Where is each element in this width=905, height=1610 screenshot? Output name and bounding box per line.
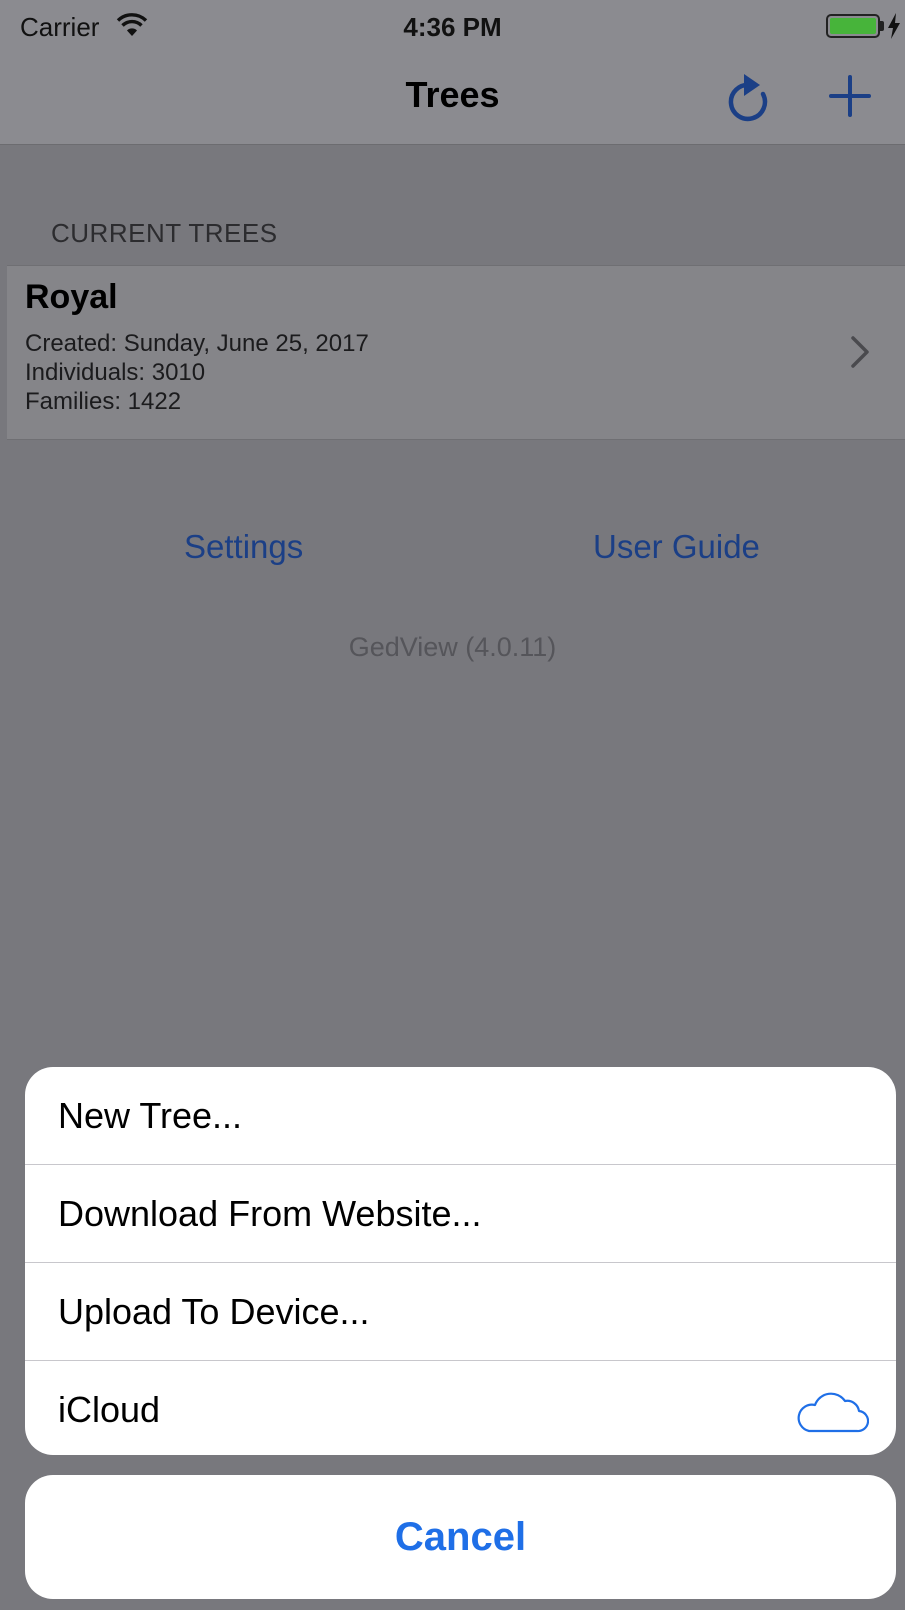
settings-link[interactable]: Settings (184, 528, 303, 566)
tree-families-count: Families: 1422 (25, 388, 182, 415)
status-bar: Carrier 4:36 PM (0, 0, 905, 52)
app-version-label: GedView (4.0.11) (348, 632, 557, 662)
icloud-action[interactable]: iCloud (25, 1361, 896, 1455)
cloud-icon (797, 1392, 869, 1433)
new-tree-action[interactable]: New Tree... (25, 1067, 896, 1164)
action-label: Download From Website... (58, 1193, 482, 1234)
status-time: 4:36 PM (403, 12, 502, 42)
action-label: iCloud (58, 1389, 161, 1430)
battery-tip (880, 21, 884, 31)
tree-created-date: Created: Sunday, June 25, 2017 (25, 330, 369, 357)
chevron-right-icon (851, 336, 869, 368)
user-guide-link[interactable]: User Guide (593, 528, 760, 566)
cancel-button[interactable]: Cancel (25, 1475, 896, 1599)
section-header-current-trees: CURRENT TREES (51, 218, 278, 248)
battery-icon (826, 14, 880, 38)
tree-name: Royal (25, 278, 118, 316)
cancel-label: Cancel (394, 1515, 527, 1559)
refresh-icon[interactable] (720, 70, 772, 126)
tree-individuals-count: Individuals: 3010 (25, 359, 206, 386)
charging-bolt-icon (888, 13, 900, 39)
navigation-bar: Carrier 4:36 PM Trees (0, 0, 905, 145)
download-from-website-action[interactable]: Download From Website... (25, 1165, 896, 1262)
plus-icon[interactable] (826, 72, 874, 120)
action-label: Upload To Device... (58, 1291, 370, 1332)
action-label: New Tree... (58, 1095, 243, 1136)
upload-to-device-action[interactable]: Upload To Device... (25, 1263, 896, 1360)
tree-row-royal[interactable]: Royal Created: Sunday, June 25, 2017 Ind… (7, 265, 905, 440)
add-tree-action-sheet: New Tree... Download From Website... Upl… (25, 1067, 896, 1455)
